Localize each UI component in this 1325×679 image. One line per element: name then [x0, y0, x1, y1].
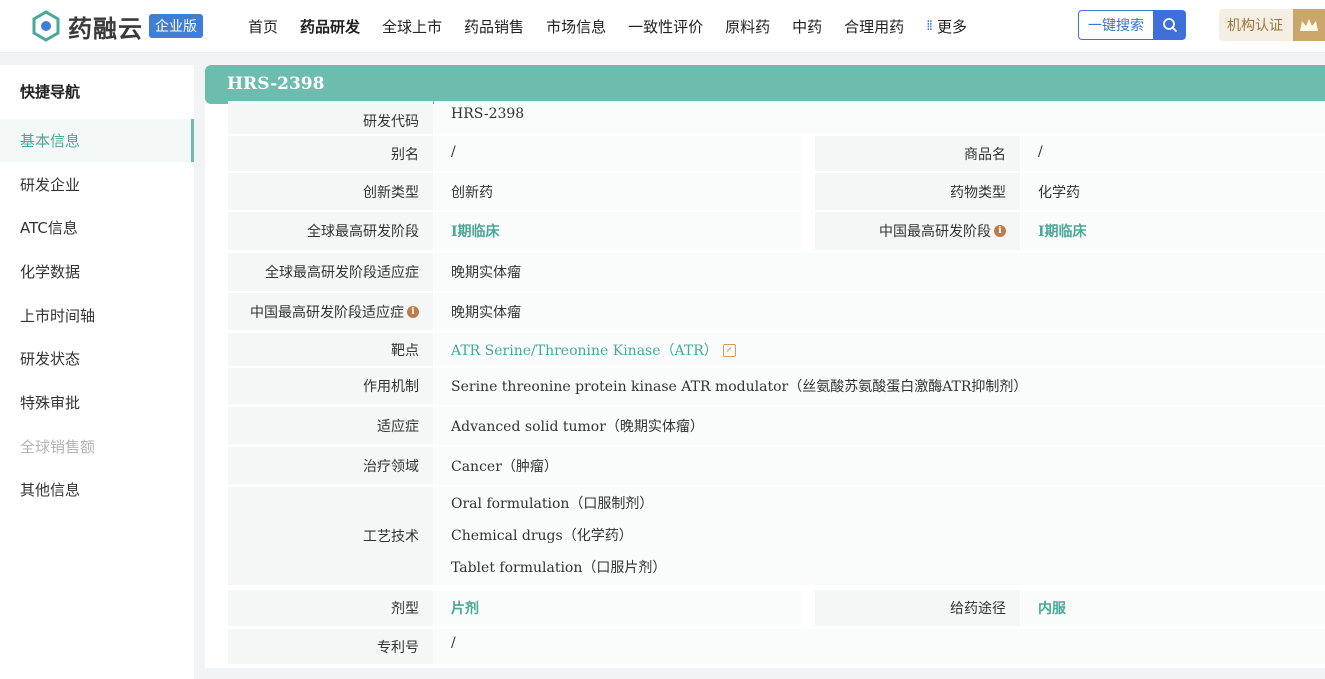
- search-button[interactable]: [1153, 10, 1186, 40]
- sidebar-item-label: 研发企业: [20, 176, 81, 194]
- therapy-area-value: Cancer（肿瘤）: [434, 447, 1325, 484]
- sidebar-item-label: 全球销售额: [20, 438, 96, 456]
- china-indication-label-text: 中国最高研发阶段适应症: [250, 304, 404, 321]
- alias-value: /: [434, 136, 801, 171]
- china-stage-label: 中国最高研发阶段 i: [815, 212, 1020, 250]
- sidebar-item-rd-company[interactable]: 研发企业: [0, 163, 194, 206]
- patent-value: /: [434, 629, 1325, 664]
- nav-global-launch[interactable]: 全球上市: [382, 16, 442, 37]
- sidebar-item-global-sales: 全球销售额: [0, 425, 194, 468]
- innovation-type-value: 创新药: [434, 173, 801, 210]
- sidebar-item-rd-status[interactable]: 研发状态: [0, 337, 194, 380]
- sidebar-item-label: 基本信息: [20, 132, 81, 150]
- global-stage-link[interactable]: I期临床: [434, 212, 801, 250]
- nav-market-info[interactable]: 市场信息: [546, 16, 606, 37]
- nav-drug-sales[interactable]: 药品销售: [464, 16, 524, 37]
- logo-badge: 企业版: [149, 14, 203, 38]
- external-link-icon[interactable]: [722, 344, 736, 357]
- sidebar-item-label: 化学数据: [20, 263, 81, 281]
- sidebar-item-timeline[interactable]: 上市时间轴: [0, 294, 194, 337]
- dev-code-value: HRS-2398: [434, 101, 1325, 134]
- search-icon: [1162, 18, 1177, 32]
- sidebar-item-label: 特殊审批: [20, 394, 81, 412]
- sidebar-item-label: ATC信息: [20, 219, 78, 237]
- main-nav: 首页 药品研发 全球上市 药品销售 市场信息 一致性评价 原料药 中药 合理用药…: [248, 0, 989, 52]
- global-indication-label: 全球最高研发阶段适应症: [228, 253, 433, 291]
- nav-consistency-eval[interactable]: 一致性评价: [628, 16, 703, 37]
- tech-item: Chemical drugs（化学药）: [451, 528, 633, 544]
- tech-item: Tablet formulation（口服片剂）: [451, 560, 667, 576]
- org-cert-button[interactable]: 机构认证: [1219, 9, 1325, 41]
- logo-text: 药融云: [68, 13, 143, 43]
- dev-code-label: 研发代码: [228, 101, 433, 134]
- therapy-area-label: 治疗领域: [228, 447, 433, 484]
- china-indication-value: 晚期实体瘤: [434, 293, 1325, 330]
- info-icon[interactable]: i: [407, 305, 419, 318]
- sidebar-item-chem-data[interactable]: 化学数据: [0, 250, 194, 293]
- china-stage-label-text: 中国最高研发阶段: [879, 224, 991, 240]
- alias-label: 别名: [228, 136, 433, 171]
- tech-values: Oral formulation（口服制剂） Chemical drugs（化学…: [434, 487, 1325, 585]
- quick-search-label[interactable]: 一键搜索: [1078, 10, 1153, 40]
- nav-home[interactable]: 首页: [248, 16, 278, 37]
- patent-label: 专利号: [228, 629, 433, 664]
- detail-title-bar: HRS-2398: [205, 65, 1325, 104]
- china-indication-label: 中国最高研发阶段适应症 i: [228, 293, 433, 330]
- info-icon[interactable]: i: [994, 225, 1006, 237]
- nav-rational-use[interactable]: 合理用药: [844, 16, 904, 37]
- nav-drug-rd[interactable]: 药品研发: [300, 16, 360, 37]
- route-label: 给药途径: [815, 590, 1020, 626]
- cert-label: 机构认证: [1227, 18, 1283, 34]
- sidebar-item-special-approval[interactable]: 特殊审批: [0, 381, 194, 424]
- sidebar-item-atc[interactable]: ATC信息: [0, 206, 194, 249]
- nav-api[interactable]: 原料药: [725, 16, 770, 37]
- tech-label: 工艺技术: [228, 487, 433, 585]
- quick-nav-sidebar: 快捷导航 基本信息 研发企业 ATC信息 化学数据 上市时间轴 研发状态 特殊审…: [0, 65, 194, 679]
- mechanism-value: Serine threonine protein kinase ATR modu…: [434, 368, 1325, 404]
- quick-search: 一键搜索: [1078, 10, 1186, 40]
- indication-label: 适应症: [228, 407, 433, 444]
- indication-value: Advanced solid tumor（晚期实体瘤）: [434, 407, 1325, 444]
- nav-more[interactable]: ⁞⁞ 更多: [926, 16, 967, 37]
- nav-more-label: 更多: [937, 17, 968, 36]
- sidebar-item-label: 上市时间轴: [20, 307, 96, 325]
- sidebar-item-other-info[interactable]: 其他信息: [0, 468, 194, 511]
- mechanism-label: 作用机制: [228, 368, 433, 404]
- target-label: 靶点: [228, 333, 433, 366]
- page-title: HRS-2398: [227, 74, 325, 94]
- global-indication-value: 晚期实体瘤: [434, 253, 1325, 291]
- sidebar-item-basic-info[interactable]: 基本信息: [0, 119, 194, 162]
- top-header: 药融云 企业版 首页 药品研发 全球上市 药品销售 市场信息 一致性评价 原料药…: [0, 0, 1325, 53]
- tech-item: Oral formulation（口服制剂）: [451, 496, 654, 512]
- target-link[interactable]: ATR Serine/Threonine Kinase（ATR）: [451, 340, 718, 360]
- crown-icon: [1293, 9, 1325, 41]
- target-cell: ATR Serine/Threonine Kinase（ATR）: [434, 333, 1325, 366]
- route-link[interactable]: 内服: [1021, 590, 1325, 626]
- logo-icon: [32, 10, 60, 42]
- trade-name-label: 商品名: [815, 136, 1020, 171]
- detail-panel: HRS-2398 研发代码 HRS-2398 别名 / 商品名 / 创新类型 创…: [205, 65, 1325, 668]
- nav-tcm[interactable]: 中药: [792, 16, 822, 37]
- sidebar-item-label: 其他信息: [20, 481, 81, 499]
- dosage-form-label: 剂型: [228, 590, 433, 626]
- grid-dots-icon: ⁞⁞: [926, 18, 933, 34]
- innovation-type-label: 创新类型: [228, 173, 433, 210]
- sidebar-title: 快捷导航: [20, 83, 81, 101]
- global-stage-label: 全球最高研发阶段: [228, 212, 433, 250]
- sidebar-item-label: 研发状态: [20, 350, 81, 368]
- drug-type-value: 化学药: [1021, 173, 1325, 210]
- drug-type-label: 药物类型: [815, 173, 1020, 210]
- china-stage-link[interactable]: I期临床: [1021, 212, 1325, 250]
- logo[interactable]: 药融云 企业版: [30, 7, 203, 45]
- trade-name-value: /: [1021, 136, 1325, 171]
- bottom-gap: [205, 668, 1325, 679]
- dosage-form-link[interactable]: 片剂: [434, 590, 801, 626]
